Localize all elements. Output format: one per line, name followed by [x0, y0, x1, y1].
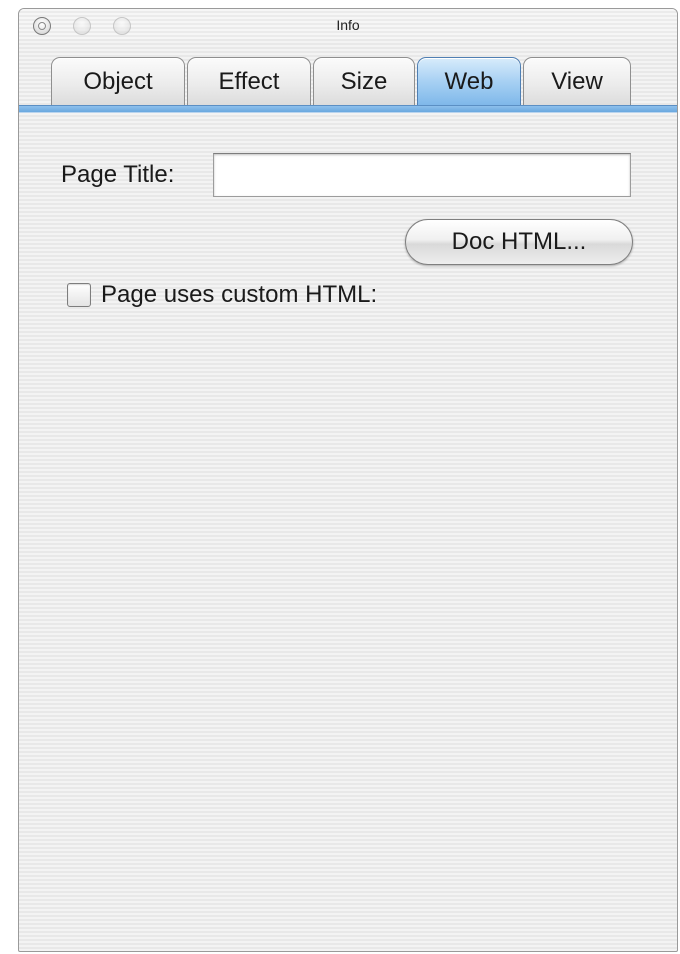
tab-underline	[19, 105, 677, 113]
tab-size[interactable]: Size	[313, 57, 415, 105]
doc-html-button[interactable]: Doc HTML...	[405, 219, 633, 265]
tab-view[interactable]: View	[523, 57, 631, 105]
window-title: Info	[336, 17, 360, 33]
page-title-label: Page Title:	[61, 161, 175, 188]
custom-html-row[interactable]: Page uses custom HTML:	[67, 281, 377, 309]
tab-bar: Object Effect Size Web View	[51, 53, 633, 105]
page-title-input[interactable]	[213, 153, 631, 197]
title-bar[interactable]: Info	[19, 9, 677, 39]
tab-effect[interactable]: Effect	[187, 57, 311, 105]
custom-html-label: Page uses custom HTML:	[101, 281, 378, 308]
custom-html-checkbox[interactable]	[67, 283, 91, 307]
info-window: Info Object Effect Size Web View Page Ti…	[18, 8, 678, 952]
tab-web[interactable]: Web	[417, 57, 521, 105]
tab-object[interactable]: Object	[51, 57, 185, 105]
